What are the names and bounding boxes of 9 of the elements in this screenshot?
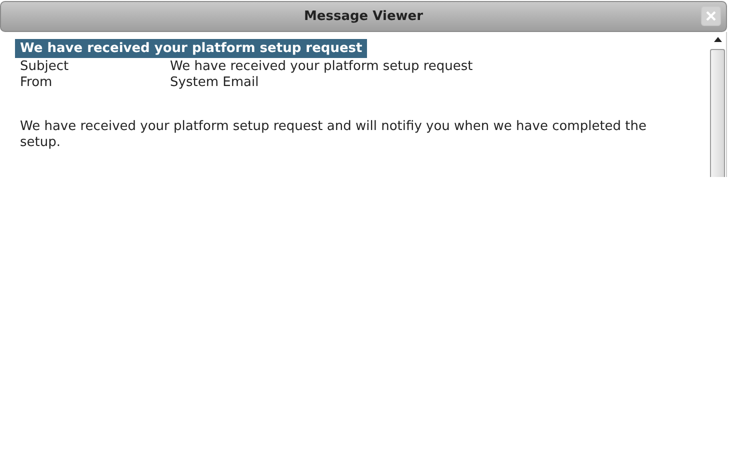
window-title: Message Viewer xyxy=(304,9,423,24)
field-value: System Email xyxy=(170,75,259,91)
field-label: From xyxy=(20,75,54,91)
field-label: Subject xyxy=(20,59,70,75)
message-heading: We have received your platform setup request xyxy=(15,39,368,58)
scroll-up-icon[interactable] xyxy=(714,37,722,42)
close-icon xyxy=(706,11,716,21)
field-value: We have received your platform setup request xyxy=(170,59,473,75)
message-body: We have received your platform setup request and will notifiy you when we have completed the setup. xyxy=(20,119,648,151)
